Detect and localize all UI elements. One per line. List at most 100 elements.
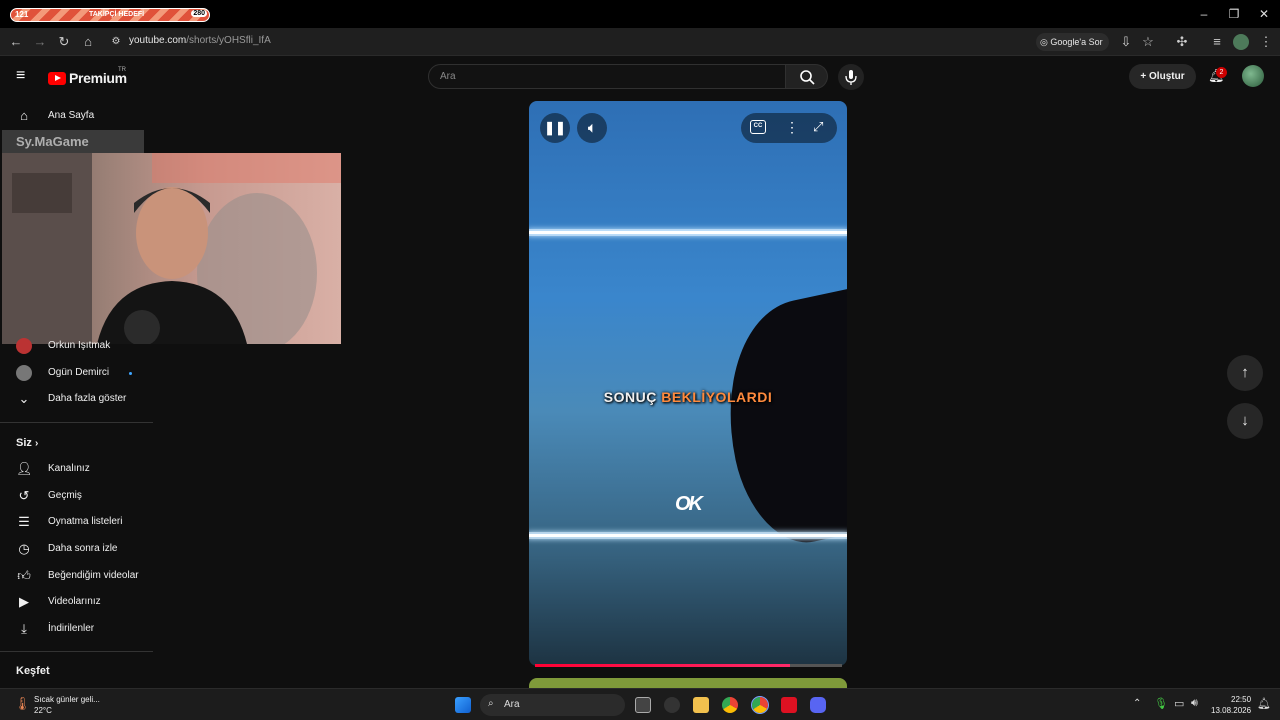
fullscreen-icon[interactable]: ⤢: [813, 119, 823, 135]
task-view-icon[interactable]: [635, 697, 651, 713]
obs-app-icon[interactable]: [664, 697, 680, 713]
chrome-icon[interactable]: [722, 697, 738, 713]
url-path: /shorts/yOHSfli_IfA: [186, 35, 271, 46]
sidebar-show-more[interactable]: ⌄ Daha fazla göster: [0, 386, 153, 412]
network-icon[interactable]: ▭: [1174, 697, 1184, 710]
notification-center-icon[interactable]: 🔔︎: [1257, 697, 1271, 710]
volume-icon: 🔈︎: [588, 120, 596, 135]
sidebar-label-home: Ana Sayfa: [48, 110, 95, 121]
thermometer-icon: 🌡︎: [14, 696, 31, 711]
home-icon: ⌂: [20, 108, 28, 123]
sidebar-item-playlists[interactable]: ☰ Oynatma listeleri: [0, 509, 153, 535]
youtube-logo[interactable]: Premium: [48, 70, 127, 86]
search-icon: [800, 70, 815, 85]
stream-overlay-banner: Sy.MaGame: [2, 130, 144, 153]
extensions-icon[interactable]: ✣: [1174, 34, 1190, 50]
weather-widget[interactable]: Sıcak günler geli... 22°C: [34, 694, 100, 716]
youtube-play-icon: [48, 71, 66, 85]
browser-tab[interactable]: 121 TAKİPÇİ HEDEFİ 280: [10, 8, 210, 22]
pause-button[interactable]: ❚❚: [540, 113, 570, 143]
forward-icon[interactable]: →: [32, 34, 48, 50]
account-avatar[interactable]: [1242, 65, 1264, 87]
sidebar-item-your-videos[interactable]: ▶ Videolarınız: [0, 589, 153, 615]
site-info-icon[interactable]: ⚙: [108, 34, 124, 50]
more-options-icon[interactable]: ⋮: [785, 119, 799, 136]
hamburger-menu-icon[interactable]: ≡: [16, 68, 32, 84]
next-short-button[interactable]: ↓: [1227, 403, 1263, 439]
back-icon[interactable]: ←: [8, 34, 24, 50]
video-progress-bar[interactable]: [535, 664, 842, 667]
maximize-icon[interactable]: ❐: [1224, 6, 1244, 22]
weather-temp: 22°C: [34, 706, 52, 715]
bookmark-star-icon[interactable]: ☆: [1140, 34, 1156, 50]
search-icon: ⌕: [488, 698, 494, 709]
sidebar-channel-item[interactable]: Ogün Demirci: [0, 360, 153, 386]
sidebar-section-explore: Keşfet: [16, 665, 50, 677]
sidebar-label: Beğendiğim videolar: [48, 570, 139, 581]
streaming-app-icon[interactable]: [781, 697, 797, 713]
clock-date: 13.08.2026: [1211, 706, 1252, 715]
sidebar-label: Daha sonra izle: [48, 543, 118, 554]
pause-icon: ❚❚: [544, 120, 566, 135]
address-bar[interactable]: youtube.com/shorts/yOHSfli_IfA: [129, 35, 271, 46]
sidebar-divider: [0, 422, 153, 423]
region-code: TR: [118, 67, 126, 73]
sidebar-item-watch-later[interactable]: ◷ Daha sonra izle: [0, 536, 153, 562]
previous-short-button[interactable]: ↑: [1227, 355, 1263, 391]
audio-wave-bottom: [529, 534, 847, 537]
minimize-icon[interactable]: –: [1194, 6, 1214, 22]
shorts-video-player[interactable]: ❚❚ 🔈︎ CC ⋮ ⤢ SONUÇ BEKLİYOLARDI OK: [529, 101, 847, 666]
profile-icon[interactable]: [1233, 34, 1249, 50]
voice-search-button[interactable]: [838, 64, 864, 90]
close-icon[interactable]: ✕: [1254, 6, 1274, 22]
notification-badge: 2: [1216, 67, 1227, 78]
install-icon[interactable]: ⇩: [1118, 34, 1134, 50]
tab-count-right: 280: [191, 10, 207, 17]
taskbar-search[interactable]: ⌕ Ara: [480, 694, 625, 716]
windows-taskbar: 🌡︎ Sıcak günler geli... 22°C ⌕ Ara ⌃ 🎙︎ …: [0, 688, 1280, 720]
discord-icon[interactable]: [810, 697, 826, 713]
reading-list-icon[interactable]: ≡: [1209, 34, 1225, 50]
google-sor-button[interactable]: ◎ Google'a Sor: [1036, 33, 1109, 51]
chrome-active-icon[interactable]: [751, 696, 769, 714]
tab-count-left: 121: [15, 10, 29, 19]
caption-text: SONUÇ: [603, 389, 657, 405]
sidebar-item-home[interactable]: ⌂ Ana Sayfa: [0, 103, 153, 129]
channel-avatar: [16, 338, 32, 354]
volume-button[interactable]: 🔈︎: [577, 113, 607, 143]
clock-time: 22:50: [1231, 695, 1252, 704]
sidebar-section-you[interactable]: Siz ›: [16, 437, 38, 449]
search-input[interactable]: Ara: [428, 64, 786, 89]
reload-icon[interactable]: ↻: [56, 34, 72, 50]
channel-name: Orkun Işıtmak: [48, 340, 111, 351]
search-button[interactable]: [786, 64, 828, 89]
history-icon: ↺: [18, 488, 30, 503]
tray-mic-icon[interactable]: 🎙︎: [1154, 697, 1168, 710]
you-section-label: Siz: [16, 437, 32, 449]
speaker-icon[interactable]: 🔊︎: [1191, 697, 1198, 710]
microphone-icon: [845, 70, 857, 85]
player-controls-group: CC ⋮ ⤢: [741, 113, 837, 143]
browser-toolbar: ← → ↻ ⌂ ⚙ youtube.com/shorts/yOHSfli_IfA…: [0, 28, 1280, 56]
captions-icon[interactable]: CC: [750, 120, 766, 134]
google-sor-label: Google'a Sor: [1050, 37, 1103, 47]
show-more-label: Daha fazla göster: [48, 393, 127, 404]
sidebar-channel-item[interactable]: Orkun Işıtmak: [0, 333, 153, 359]
file-explorer-icon[interactable]: [693, 697, 709, 713]
taskbar-clock[interactable]: 22:50 13.08.2026: [1211, 694, 1251, 716]
channel-icon: 👤︎: [16, 461, 33, 476]
start-windows-icon[interactable]: [455, 697, 471, 713]
create-label: Oluştur: [1149, 71, 1185, 82]
sidebar-item-downloads[interactable]: ⤓ İndirilenler: [0, 616, 153, 642]
sidebar-label: Geçmiş: [48, 490, 82, 501]
create-button[interactable]: + Oluştur: [1129, 64, 1196, 89]
watch-later-icon: ◷: [18, 541, 30, 556]
sidebar-item-liked-videos[interactable]: 👍︎ Beğendiğim videolar: [0, 563, 153, 589]
sidebar-item-your-channel[interactable]: 👤︎ Kanalınız: [0, 456, 153, 482]
sidebar-item-history[interactable]: ↺ Geçmiş: [0, 483, 153, 509]
tray-chevron-up-icon[interactable]: ⌃: [1133, 698, 1141, 709]
channel-name: Ogün Demirci: [48, 367, 110, 378]
home-icon[interactable]: ⌂: [80, 34, 96, 50]
watermark-logo: OK: [675, 493, 703, 515]
browser-menu-icon[interactable]: ⋮: [1258, 34, 1274, 50]
